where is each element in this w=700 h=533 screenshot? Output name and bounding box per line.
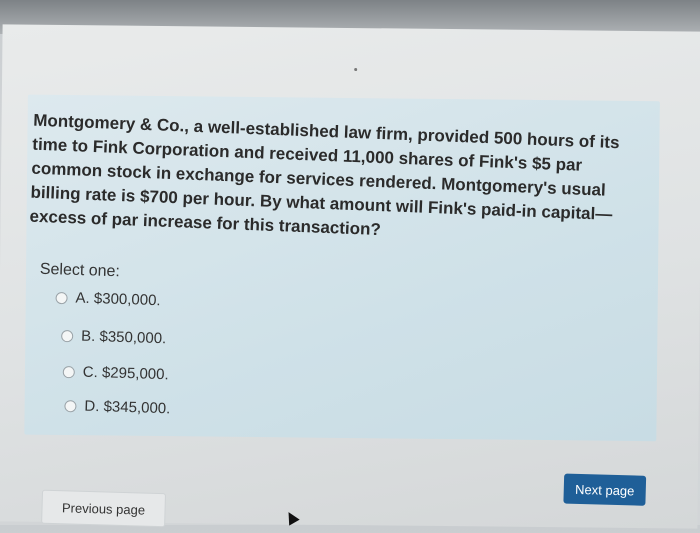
answer-option-a[interactable]: A. $300,000. — [55, 289, 161, 309]
answer-option-label: C. $295,000. — [82, 363, 169, 384]
quiz-page: Montgomery & Co., a well-established law… — [0, 24, 700, 529]
radio-button-icon[interactable] — [64, 399, 77, 412]
answer-option-label: D. $345,000. — [84, 397, 171, 418]
answer-option-d[interactable]: D. $345,000. — [64, 397, 171, 418]
question-text: Montgomery & Co., a well-established law… — [29, 110, 620, 240]
answer-option-label: B. $350,000. — [80, 327, 167, 348]
answer-option-c[interactable]: C. $295,000. — [62, 363, 169, 384]
answer-option-label: A. $300,000. — [75, 289, 161, 310]
radio-button-icon[interactable] — [62, 365, 75, 378]
next-page-button[interactable]: Next page — [563, 473, 647, 506]
radio-button-icon[interactable] — [61, 329, 74, 342]
previous-page-button[interactable]: Previous page — [41, 489, 167, 528]
screen-speck — [354, 68, 358, 72]
mouse-cursor-icon — [283, 509, 300, 526]
select-one-label: Select one: — [39, 260, 121, 281]
radio-button-icon[interactable] — [55, 291, 68, 304]
answer-option-b[interactable]: B. $350,000. — [61, 327, 167, 348]
